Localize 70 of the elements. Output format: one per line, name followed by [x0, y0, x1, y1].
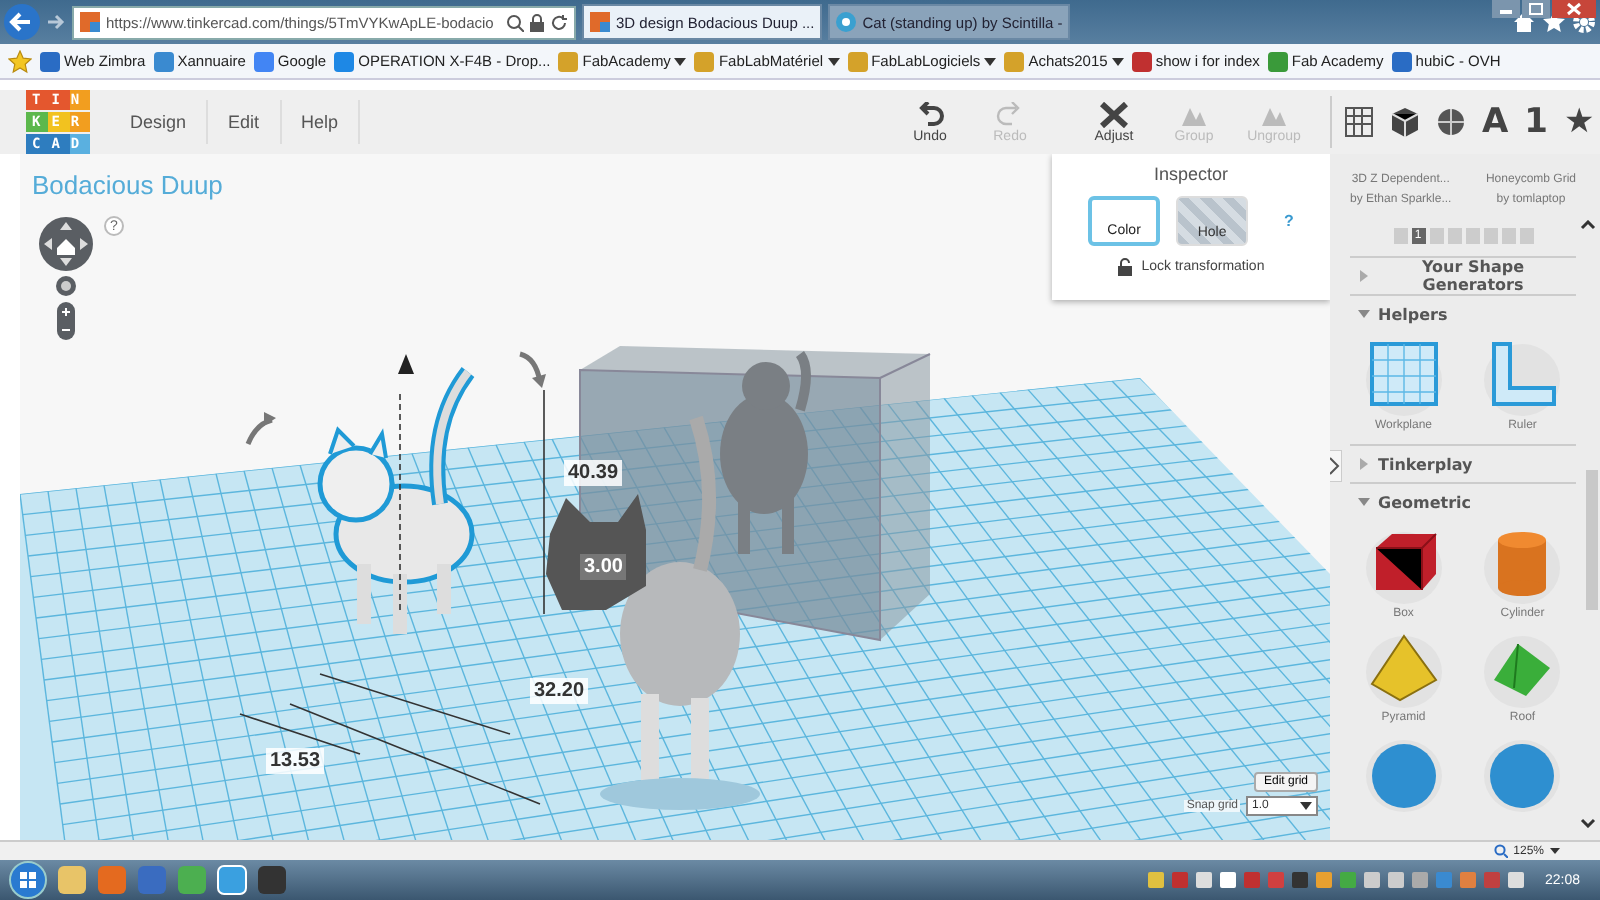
lock-icon[interactable]: [1117, 258, 1132, 276]
chevron-up-icon[interactable]: [1580, 220, 1596, 230]
site-icon: [40, 51, 60, 71]
taskbar-app-icon[interactable]: [216, 864, 248, 896]
close-icon[interactable]: [1552, 0, 1596, 18]
caret-icon: [984, 57, 997, 65]
menu-item[interactable]: Help: [281, 100, 361, 144]
site-icon: [836, 12, 857, 32]
sphere-icon[interactable]: [1436, 106, 1466, 138]
ruler-shape-icon[interactable]: [1482, 336, 1563, 416]
section-header[interactable]: Tinkerplay: [1350, 444, 1576, 482]
library-tab[interactable]: 1: [1524, 102, 1549, 142]
section-header[interactable]: Geometric: [1350, 482, 1576, 520]
start-button[interactable]: [8, 860, 48, 900]
site-icon: [1391, 51, 1412, 71]
site-icon: [694, 51, 715, 71]
search-icon[interactable]: [506, 13, 524, 31]
collapse-panel-icon[interactable]: [1330, 450, 1342, 482]
favorites-star-icon[interactable]: [8, 49, 32, 73]
collapsed-triangle-icon: [1358, 458, 1370, 470]
menu-item[interactable]: Design: [110, 100, 209, 144]
dimension-label[interactable]: 40.39: [564, 460, 623, 486]
collapsed-triangle-icon: [1358, 270, 1370, 282]
scrollbar-thumb[interactable]: [1586, 470, 1598, 610]
site-icon: [1004, 51, 1025, 71]
adjust-icon: [1100, 101, 1128, 127]
site-icon: [590, 12, 610, 32]
workplane-shape-icon[interactable]: [1363, 336, 1444, 416]
undo-icon: [916, 101, 944, 127]
site-icon: [253, 51, 274, 71]
library-tab[interactable]: ★: [1564, 102, 1595, 142]
zoom-icon: [1493, 844, 1508, 858]
site-icon: [1131, 51, 1152, 71]
expanded-triangle-icon: [1358, 496, 1370, 508]
panel-title: Inspector: [1153, 164, 1229, 184]
site-icon: [153, 51, 174, 71]
rotate-arrow-icon: [519, 351, 546, 388]
dimension-label[interactable]: 3.00: [580, 554, 627, 580]
site-icon: [80, 12, 100, 32]
site-icon: [558, 51, 579, 71]
dimension-label[interactable]: 13.53: [266, 748, 325, 774]
expanded-triangle-icon: [1358, 308, 1370, 320]
caret-icon: [1300, 802, 1312, 810]
grid-icon[interactable]: [1344, 106, 1374, 138]
lift-arrow-icon: [398, 354, 414, 374]
refresh-icon[interactable]: [550, 13, 568, 31]
view-navigation-icon[interactable]: [36, 216, 96, 340]
forward-icon[interactable]: [46, 12, 66, 32]
site-icon: [847, 51, 868, 71]
rotate-arrow-icon: [245, 412, 276, 445]
dimension-label[interactable]: 32.20: [530, 678, 589, 704]
section-header[interactable]: Your Shape Generators: [1350, 256, 1576, 294]
taskbar-app-icon[interactable]: [256, 864, 288, 896]
library-tab[interactable]: A: [1482, 102, 1509, 142]
back-button[interactable]: [4, 4, 40, 40]
minimize-icon[interactable]: [1492, 0, 1520, 18]
taskbar-app-icon[interactable]: [56, 864, 88, 896]
lock-icon: [530, 13, 544, 31]
caret-icon: [827, 57, 840, 65]
menu-item[interactable]: Edit: [208, 100, 282, 144]
cube-icon[interactable]: [1390, 106, 1420, 138]
section-header[interactable]: Helpers: [1350, 294, 1576, 332]
caret-icon: [674, 57, 687, 65]
redo-icon: [996, 101, 1024, 127]
site-icon: [334, 51, 355, 71]
chevron-down-icon[interactable]: [1580, 818, 1596, 828]
maximize-icon[interactable]: [1522, 0, 1550, 18]
caret-icon: [1111, 57, 1124, 65]
site-icon: [1267, 51, 1288, 71]
caret-icon[interactable]: [1550, 848, 1560, 854]
